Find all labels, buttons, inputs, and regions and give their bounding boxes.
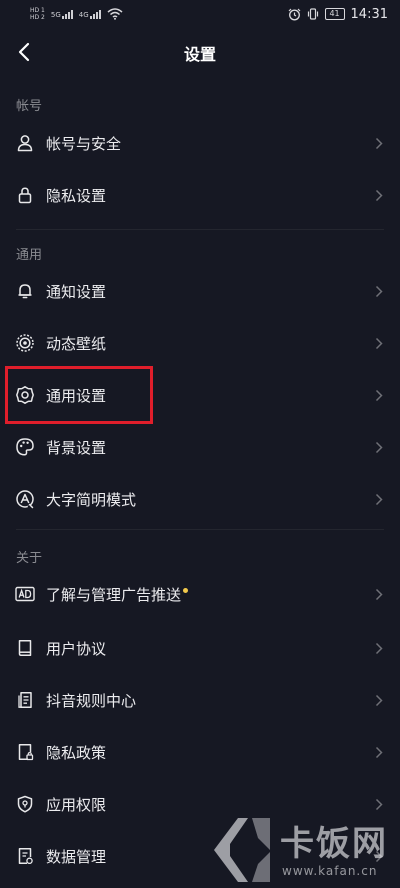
chevron-right-icon — [374, 641, 384, 655]
ad-icon — [15, 584, 35, 604]
user-icon — [15, 133, 35, 153]
font-size-icon — [15, 489, 35, 509]
status-right: 41 14:31 — [288, 7, 388, 22]
network-4g-label: 4G — [78, 10, 89, 19]
row-live-wallpaper[interactable]: 动态壁纸 — [0, 317, 400, 369]
live-wallpaper-icon — [15, 333, 35, 353]
status-left: HD 1 HD 2 5G 4G — [30, 7, 123, 21]
alarm-icon — [288, 8, 300, 20]
hd1-label: HD 1 — [30, 7, 45, 14]
row-label: 数据管理 — [46, 847, 107, 866]
watermark: 卡饭网 www.kafan.cn — [208, 812, 398, 888]
chevron-right-icon — [374, 336, 384, 350]
row-label: 隐私设置 — [46, 186, 107, 205]
chevron-right-icon — [374, 587, 384, 601]
section-header-about: 关于 — [16, 551, 43, 566]
page-title: 设置 — [183, 45, 216, 64]
row-label: 了解与管理广告推送 — [46, 584, 189, 605]
row-label: 应用权限 — [46, 795, 107, 814]
row-notification-settings[interactable]: 通知设置 — [0, 265, 400, 317]
watermark-url: www.kafan.cn — [282, 864, 378, 878]
hd2-label: HD 2 — [30, 14, 45, 21]
row-label: 大字简明模式 — [46, 490, 137, 509]
highlight-box — [5, 366, 153, 424]
signal-icon-2: 4G — [78, 9, 101, 19]
row-account-security[interactable]: 帐号与安全 — [0, 117, 400, 169]
chevron-right-icon — [374, 492, 384, 506]
book-icon — [15, 638, 35, 658]
row-label: 背景设置 — [46, 438, 107, 457]
hd-indicator: HD 1 HD 2 — [30, 7, 45, 21]
row-privacy-settings[interactable]: 隐私设置 — [0, 169, 400, 221]
watermark-logo — [214, 818, 270, 882]
chevron-right-icon — [374, 440, 384, 454]
shield-icon — [15, 794, 35, 814]
new-badge-dot — [183, 587, 189, 593]
battery-icon: 41 — [324, 8, 345, 20]
vibrate-icon — [307, 8, 318, 20]
row-label-text: 了解与管理广告推送 — [46, 585, 182, 604]
settings-screen: HD 1 HD 2 5G 4G 41 14:31 设置 帐号 帐号与安全 隐私设… — [0, 0, 400, 888]
chevron-right-icon — [374, 745, 384, 759]
privacy-doc-icon — [15, 742, 35, 762]
row-label: 通知设置 — [46, 282, 107, 301]
row-label: 用户协议 — [46, 639, 107, 658]
divider — [16, 529, 384, 530]
row-background-settings[interactable]: 背景设置 — [0, 421, 400, 473]
bell-icon — [15, 281, 35, 301]
row-user-agreement[interactable]: 用户协议 — [0, 622, 400, 674]
signal-icon: 5G — [50, 9, 73, 19]
navbar: 设置 — [0, 30, 400, 74]
wifi-icon — [107, 8, 123, 20]
chevron-right-icon — [374, 284, 384, 298]
section-header-account: 帐号 — [16, 99, 43, 114]
lock-icon — [15, 185, 35, 205]
section-header-general: 通用 — [16, 248, 43, 263]
status-bar: HD 1 HD 2 5G 4G 41 14:31 — [0, 0, 400, 28]
clock: 14:31 — [350, 6, 388, 22]
row-label: 隐私政策 — [46, 743, 107, 762]
chevron-right-icon — [374, 797, 384, 811]
row-label: 帐号与安全 — [46, 134, 122, 153]
row-label: 动态壁纸 — [46, 334, 107, 353]
watermark-brand: 卡饭网 — [280, 824, 388, 864]
data-icon — [15, 846, 35, 866]
row-ad-management[interactable]: 了解与管理广告推送 — [0, 568, 400, 620]
row-privacy-policy[interactable]: 隐私政策 — [0, 726, 400, 778]
row-large-text-mode[interactable]: 大字简明模式 — [0, 473, 400, 525]
chevron-right-icon — [374, 136, 384, 150]
divider — [16, 229, 384, 230]
document-icon — [15, 690, 35, 710]
network-5g-label: 5G — [50, 10, 61, 19]
row-rules-center[interactable]: 抖音规则中心 — [0, 674, 400, 726]
row-label: 抖音规则中心 — [46, 691, 137, 710]
chevron-right-icon — [374, 188, 384, 202]
chevron-right-icon — [374, 388, 384, 402]
palette-icon — [15, 437, 35, 457]
chevron-right-icon — [374, 693, 384, 707]
